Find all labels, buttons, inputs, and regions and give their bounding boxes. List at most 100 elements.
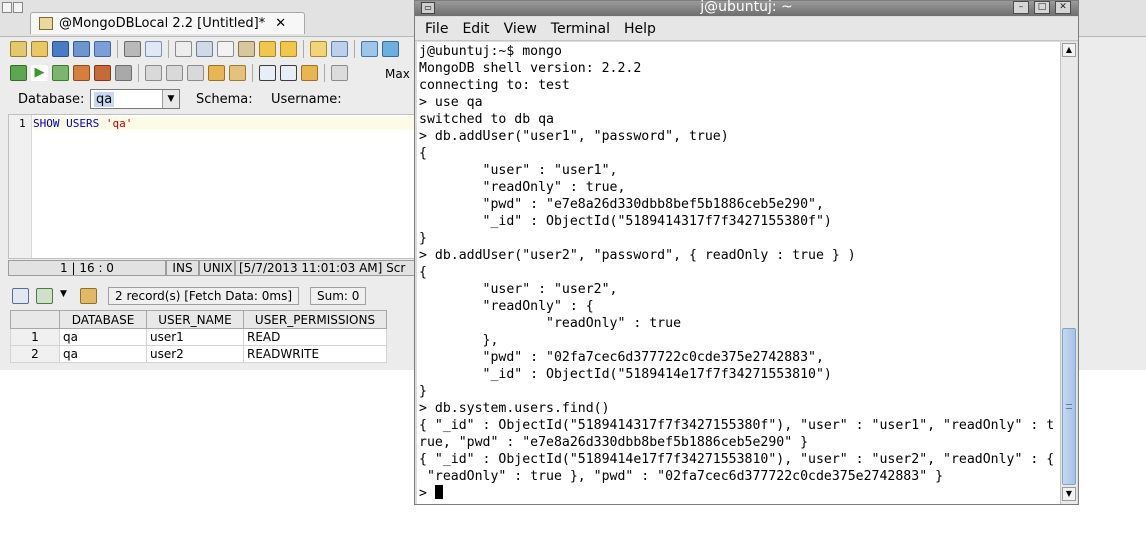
history-icon[interactable] (208, 65, 225, 81)
results-toolbar: ▼ 2 record(s) [Fetch Data: 0ms] Sum: 0 (8, 284, 420, 308)
cell-permissions[interactable]: READ (243, 328, 387, 346)
column-header[interactable]: DATABASE (59, 310, 147, 329)
cell-user-name[interactable]: user2 (146, 345, 244, 363)
disconnect-icon[interactable] (382, 41, 399, 57)
code-line[interactable]: SHOW USERS 'qa' (33, 117, 418, 130)
main-toolbar (10, 38, 399, 60)
redo-icon[interactable] (280, 41, 297, 57)
toolbar-divider (168, 40, 169, 58)
bookmark-icon[interactable] (229, 65, 246, 81)
terminal-line: } (419, 231, 427, 246)
execute-current-icon[interactable] (52, 65, 69, 81)
maximize-icon[interactable]: □ (1034, 1, 1050, 14)
terminal-line: } (419, 384, 427, 399)
scroll-up-icon[interactable]: ▲ (1062, 43, 1076, 57)
terminal-line: "pwd" : "02fa7cec6d377722c0cde375e274288… (419, 350, 824, 365)
print-icon[interactable] (124, 41, 141, 57)
stop-icon[interactable] (115, 65, 132, 81)
grip-icon (1066, 404, 1072, 409)
cell-database[interactable]: qa (59, 345, 147, 363)
close-icon[interactable]: ✕ (1055, 1, 1071, 14)
cut-icon[interactable] (196, 41, 213, 57)
insert-mode: INS (166, 260, 199, 276)
limit-rows-icon[interactable] (331, 65, 348, 81)
table-row[interactable]: 2 qa user2 READWRITE (10, 345, 387, 363)
status-timestamp: [5/7/2013 11:01:03 AM] Scr (235, 260, 420, 276)
chevron-down-icon[interactable]: ▼ (162, 90, 179, 108)
terminal-menubar: File Edit View Terminal Help (415, 17, 1078, 41)
copy-icon[interactable] (217, 41, 234, 57)
cell-database[interactable]: qa (59, 328, 147, 346)
row-number: 2 (10, 345, 60, 363)
terminal-output[interactable]: j@ubuntuj:~$ mongo MongoDB shell version… (417, 42, 1060, 504)
terminal-line: "readOnly" : { (419, 299, 594, 314)
menu-help[interactable]: Help (624, 21, 656, 37)
editor-status-bar: 1 | 16 : 0 INS UNIX [5/7/2013 11:01:03 A… (8, 260, 420, 276)
cell-permissions[interactable]: READWRITE (243, 345, 387, 363)
terminal-line: "_id" : ObjectId("5189414e17f7f342715538… (419, 367, 832, 382)
execute-all-icon[interactable] (10, 65, 27, 81)
database-select[interactable]: qa ▼ (90, 89, 180, 109)
grid-view-icon[interactable] (12, 288, 29, 304)
transaction-icon[interactable] (145, 65, 162, 81)
terminal-line: > db.addUser("user2", "password", { read… (419, 248, 856, 263)
table-row[interactable]: 1 qa user1 READ (10, 328, 387, 346)
cursor-position: 1 | 16 : 0 (8, 260, 166, 276)
terminal-title: j@ubuntuj: ~ (700, 0, 793, 15)
toolbar-divider (252, 64, 253, 82)
terminal-scrollbar[interactable]: ▲ ▼ (1060, 42, 1077, 504)
menu-terminal[interactable]: Terminal (551, 21, 610, 37)
line-gutter: 1 (9, 115, 32, 258)
open-folder-icon[interactable] (31, 41, 48, 57)
new-file-icon[interactable] (10, 41, 27, 57)
results-grid-icon[interactable] (259, 65, 276, 81)
chevron-down-icon[interactable]: ▼ (60, 289, 67, 299)
window-tab-icon[interactable] (13, 2, 23, 13)
terminal-line: j@ubuntuj:~$ mongo (419, 44, 562, 59)
syntax-check-icon[interactable] (331, 41, 348, 57)
menu-file[interactable]: File (425, 21, 448, 37)
terminal-text: j@ubuntuj:~$ mongo MongoDB shell version… (419, 43, 1054, 502)
commit-icon[interactable] (166, 65, 183, 81)
results-file-icon[interactable] (301, 65, 318, 81)
terminal-window: ▭ j@ubuntuj: ~ – □ ✕ File Edit View Term… (414, 0, 1079, 505)
toolbar-divider (303, 40, 304, 58)
save-icon[interactable] (52, 41, 69, 57)
minimize-icon[interactable]: – (1013, 1, 1029, 14)
menu-edit[interactable]: Edit (462, 21, 489, 37)
save-all-icon[interactable] (94, 41, 111, 57)
explain-plan-icon[interactable] (73, 65, 90, 81)
execute-script-icon[interactable] (94, 65, 111, 81)
scroll-down-icon[interactable]: ▼ (1062, 487, 1076, 501)
tab-title: @MongoDBLocal 2.2 [Untitled]* (59, 16, 266, 31)
tab-untitled[interactable]: @MongoDBLocal 2.2 [Untitled]* ✕ (30, 12, 305, 34)
sql-editor[interactable]: 1 SHOW USERS 'qa' (8, 114, 420, 259)
terminal-titlebar[interactable]: ▭ j@ubuntuj: ~ – □ ✕ (415, 0, 1078, 16)
terminal-line: }, (419, 333, 499, 348)
column-header[interactable]: USER_NAME (146, 310, 244, 329)
undo-icon[interactable] (259, 41, 276, 57)
format-sql-icon[interactable] (310, 41, 327, 57)
row-number: 1 (10, 328, 60, 346)
print-preview-icon[interactable] (145, 41, 162, 57)
scroll-thumb[interactable] (1062, 328, 1076, 485)
find-icon[interactable] (175, 41, 192, 57)
menu-view[interactable]: View (504, 21, 537, 37)
sum-value: Sum: 0 (310, 287, 367, 305)
window-tab-icon[interactable] (2, 2, 12, 13)
cell-user-name[interactable]: user1 (146, 328, 244, 346)
export-icon[interactable] (36, 288, 53, 304)
paste-icon[interactable] (238, 41, 255, 57)
column-header[interactable]: USER_PERMISSIONS (243, 310, 387, 329)
refresh-icon[interactable] (80, 288, 97, 304)
terminal-line: { (419, 146, 427, 161)
close-icon[interactable]: ✕ (275, 16, 286, 31)
terminal-line: "readOnly" : true }, "pwd" : "02fa7cec6d… (419, 469, 944, 484)
run-icon[interactable]: ▶ (31, 65, 48, 81)
save-as-icon[interactable] (73, 41, 90, 57)
toolbar-divider (117, 40, 118, 58)
results-text-icon[interactable] (280, 65, 297, 81)
connect-icon[interactable] (361, 41, 378, 57)
line-number: 1 (19, 117, 26, 130)
rollback-icon[interactable] (187, 65, 204, 81)
